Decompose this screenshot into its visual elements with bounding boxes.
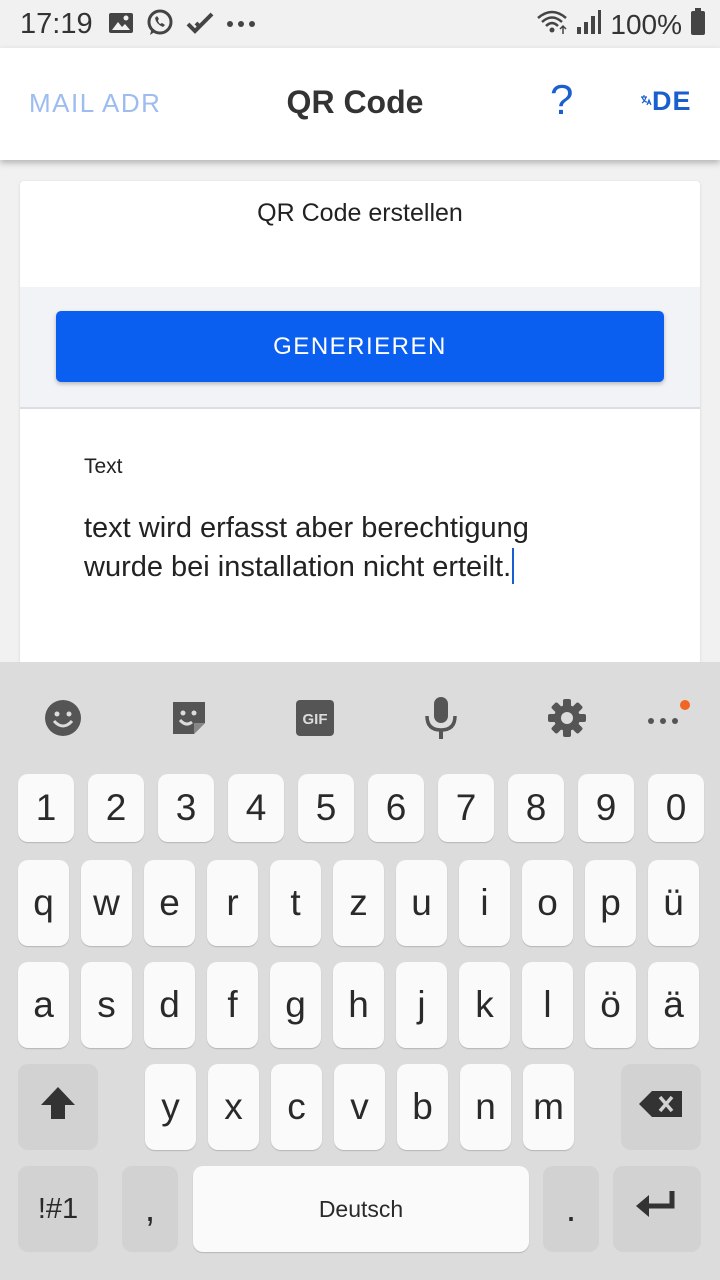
more-icon bbox=[226, 16, 256, 34]
letter-key-z[interactable]: z bbox=[333, 860, 384, 946]
letter-key-ö[interactable]: ö bbox=[585, 962, 636, 1048]
number-key-1[interactable]: 1 bbox=[18, 774, 74, 842]
letter-key-c[interactable]: c bbox=[271, 1064, 322, 1150]
enter-key[interactable] bbox=[613, 1166, 701, 1252]
letter-key-m[interactable]: m bbox=[523, 1064, 574, 1150]
card-action-area: GENERIEREN bbox=[20, 287, 700, 409]
keyboard: GIF !#1 , Deutsch . 1234567890 qwertzuiop… bbox=[0, 662, 720, 1280]
text-input-line-2: wurde bei installation nicht erteilt. bbox=[84, 551, 512, 583]
letter-key-s[interactable]: s bbox=[81, 962, 132, 1048]
letter-key-g[interactable]: g bbox=[270, 962, 321, 1048]
qr-create-card: QR Code erstellen GENERIEREN Text text w… bbox=[20, 181, 700, 681]
space-key[interactable]: Deutsch bbox=[193, 1166, 529, 1252]
letter-key-i[interactable]: i bbox=[459, 860, 510, 946]
number-key-8[interactable]: 8 bbox=[508, 774, 564, 842]
svg-text:GIF: GIF bbox=[303, 711, 328, 728]
more-options-icon[interactable] bbox=[643, 692, 693, 736]
battery-icon bbox=[690, 8, 706, 41]
translate-icon bbox=[640, 93, 652, 111]
card-heading: QR Code erstellen bbox=[257, 199, 463, 227]
status-time: 17:19 bbox=[20, 8, 93, 40]
letter-key-u[interactable]: u bbox=[396, 860, 447, 946]
period-key[interactable]: . bbox=[543, 1166, 599, 1252]
symbols-key[interactable]: !#1 bbox=[18, 1166, 98, 1252]
letter-key-t[interactable]: t bbox=[270, 860, 321, 946]
text-cursor bbox=[512, 548, 515, 584]
gallery-icon bbox=[108, 11, 134, 40]
status-bar: 17:19 100% bbox=[0, 0, 720, 48]
number-key-2[interactable]: 2 bbox=[88, 774, 144, 842]
letter-key-f[interactable]: f bbox=[207, 962, 258, 1048]
wifi-icon bbox=[536, 9, 568, 40]
letter-key-r[interactable]: r bbox=[207, 860, 258, 946]
sticker-icon[interactable] bbox=[167, 696, 211, 740]
keyboard-toolbar: GIF bbox=[0, 662, 720, 772]
whatsapp-icon bbox=[146, 9, 174, 42]
help-button[interactable]: ? bbox=[550, 76, 573, 124]
number-key-6[interactable]: 6 bbox=[368, 774, 424, 842]
letter-key-l[interactable]: l bbox=[522, 962, 573, 1048]
letter-key-y[interactable]: y bbox=[145, 1064, 196, 1150]
letter-key-x[interactable]: x bbox=[208, 1064, 259, 1150]
language-label: DE bbox=[652, 86, 692, 116]
text-input-line-1: text wird erfasst aber berechtigung bbox=[84, 512, 529, 544]
letter-key-v[interactable]: v bbox=[334, 1064, 385, 1150]
number-key-3[interactable]: 3 bbox=[158, 774, 214, 842]
notification-icons bbox=[108, 9, 256, 42]
backspace-key[interactable] bbox=[621, 1064, 701, 1150]
number-key-0[interactable]: 0 bbox=[648, 774, 704, 842]
letter-key-p[interactable]: p bbox=[585, 860, 636, 946]
letter-key-n[interactable]: n bbox=[460, 1064, 511, 1150]
comma-key[interactable]: , bbox=[122, 1166, 178, 1252]
enter-icon bbox=[634, 1188, 680, 1230]
letter-key-k[interactable]: k bbox=[459, 962, 510, 1048]
page-title: QR Code bbox=[286, 84, 424, 120]
emoji-icon[interactable] bbox=[41, 696, 85, 740]
letter-key-w[interactable]: w bbox=[81, 860, 132, 946]
letter-key-q[interactable]: q bbox=[18, 860, 69, 946]
letter-key-o[interactable]: o bbox=[522, 860, 573, 946]
number-key-9[interactable]: 9 bbox=[578, 774, 634, 842]
system-icons: 100% bbox=[536, 8, 706, 41]
letter-key-d[interactable]: d bbox=[144, 962, 195, 1048]
text-input[interactable]: text wird erfasst aber berechtigung wurd… bbox=[84, 509, 644, 587]
letter-key-j[interactable]: j bbox=[396, 962, 447, 1048]
number-key-4[interactable]: 4 bbox=[228, 774, 284, 842]
number-key-7[interactable]: 7 bbox=[438, 774, 494, 842]
gear-icon[interactable] bbox=[545, 696, 589, 740]
language-button[interactable]: DE bbox=[640, 86, 692, 117]
battery-percent: 100% bbox=[610, 8, 682, 40]
signal-icon bbox=[576, 9, 602, 40]
number-key-5[interactable]: 5 bbox=[298, 774, 354, 842]
generate-button[interactable]: GENERIEREN bbox=[56, 311, 664, 382]
microphone-icon[interactable] bbox=[419, 696, 463, 740]
check-icon bbox=[186, 11, 214, 40]
app-bar: MAIL ADR QR Code ? DE bbox=[0, 48, 720, 160]
shift-key[interactable] bbox=[18, 1064, 98, 1150]
letter-key-b[interactable]: b bbox=[397, 1064, 448, 1150]
letter-key-e[interactable]: e bbox=[144, 860, 195, 946]
letter-key-h[interactable]: h bbox=[333, 962, 384, 1048]
gif-icon[interactable]: GIF bbox=[293, 696, 337, 740]
text-field-label: Text bbox=[84, 455, 123, 478]
letter-key-ä[interactable]: ä bbox=[648, 962, 699, 1048]
backspace-icon bbox=[638, 1086, 684, 1128]
letter-key-ü[interactable]: ü bbox=[648, 860, 699, 946]
letter-key-a[interactable]: a bbox=[18, 962, 69, 1048]
shift-icon bbox=[39, 1084, 77, 1131]
